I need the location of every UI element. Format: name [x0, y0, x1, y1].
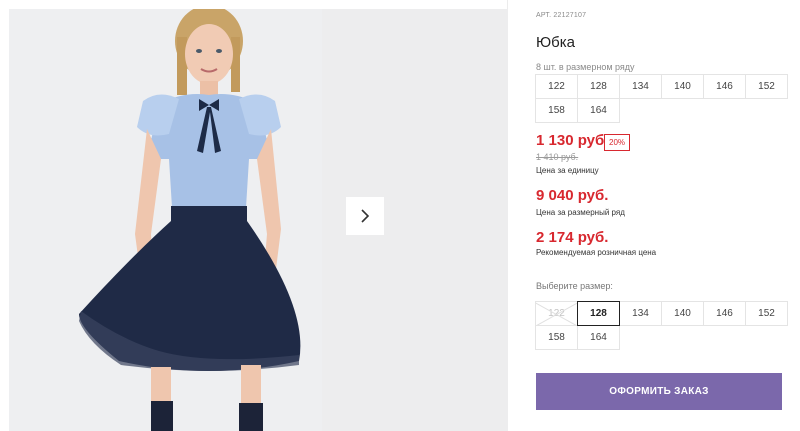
size-option-140[interactable]: 140	[661, 301, 704, 326]
place-order-button[interactable]: ОФОРМИТЬ ЗАКАЗ	[536, 373, 782, 410]
size-option-158[interactable]: 158	[535, 325, 578, 350]
chevron-right-icon	[361, 209, 370, 223]
size-option-146[interactable]: 146	[703, 301, 746, 326]
product-info: АРТ. 22127107 Юбка 8 шт. в размерном ряд…	[535, 0, 800, 431]
size-selector: 122 128 134 140 146 152 158 164	[535, 301, 788, 350]
size-set-cell: 128	[577, 74, 620, 99]
discount-badge: 20%	[604, 134, 631, 151]
size-set-cell: 146	[703, 74, 746, 99]
article-number: АРТ. 22127107	[536, 12, 587, 19]
size-option-122: 122	[535, 301, 578, 326]
size-option-128[interactable]: 128	[577, 301, 620, 326]
size-option-134[interactable]: 134	[619, 301, 662, 326]
choose-size-label: Выберите размер:	[536, 281, 613, 291]
size-set-label: 8 шт. в размерном ряду	[536, 62, 635, 72]
set-price: 9 040 руб.	[536, 187, 609, 204]
set-price-label: Цена за размерный ряд	[536, 208, 625, 217]
size-set-grid: 122 128 134 140 146 152 158 164	[535, 74, 788, 123]
size-option-152[interactable]: 152	[745, 301, 788, 326]
size-set-cell: 134	[619, 74, 662, 99]
retail-price: 2 174 руб.	[536, 229, 609, 246]
product-gallery	[0, 0, 508, 431]
size-set-cell: 152	[745, 74, 788, 99]
size-option-164[interactable]: 164	[577, 325, 620, 350]
size-set-cell: 122	[535, 74, 578, 99]
unit-price-label: Цена за единицу	[536, 166, 599, 175]
size-set-cell: 164	[577, 98, 620, 123]
gallery-next-button[interactable]	[346, 197, 384, 235]
product-photo	[9, 9, 322, 431]
unit-price: 1 130 руб.	[536, 132, 609, 149]
product-photo-illustration	[9, 9, 322, 431]
product-title: Юбка	[536, 34, 575, 51]
size-set-cell: 158	[535, 98, 578, 123]
retail-price-label: Рекомендуемая розничная цена	[536, 248, 657, 257]
size-set-cell: 140	[661, 74, 704, 99]
old-price: 1 410 руб.	[536, 152, 579, 162]
